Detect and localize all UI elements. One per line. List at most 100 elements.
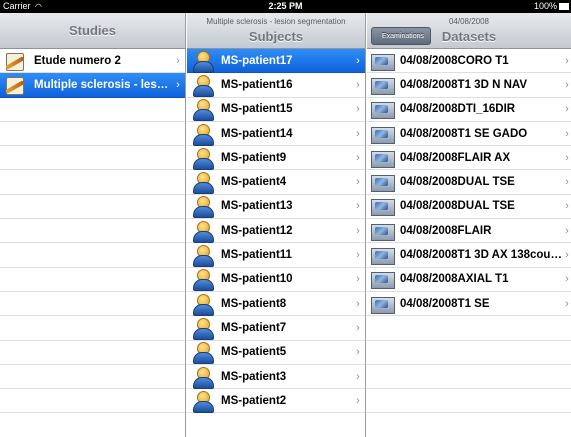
chevron-right-icon: › [565,176,569,189]
chevron-right-icon: › [565,297,569,310]
chevron-right-icon: › [565,151,569,164]
subject-item[interactable]: MS-patient9 › [187,146,365,171]
patient-icon [191,293,215,316]
study-item-label: Multiple sclerosis - les… [34,78,169,91]
dataset-image-icon [371,269,395,290]
dataset-item[interactable]: 04/08/2008FLAIR AX › [367,146,571,171]
subject-item[interactable]: MS-patient13 › [187,195,365,220]
datasets-column: 04/08/2008 Datasets Examinations 04/08/2… [367,13,571,437]
patient-icon [191,74,215,97]
subject-item[interactable]: MS-patient10 › [187,268,365,292]
dataset-item[interactable]: 04/08/2008FLAIR › [367,219,571,244]
dataset-image-icon [371,196,395,217]
empty-row [367,365,571,390]
patient-icon [191,99,215,122]
dataset-item[interactable]: 04/08/2008T1 SE GADO › [367,122,571,147]
chevron-right-icon: › [565,249,569,262]
chevron-right-icon: › [565,200,569,213]
subject-item[interactable]: MS-patient2 › [187,389,365,414]
subject-item[interactable]: MS-patient11 › [187,243,365,268]
subject-item[interactable]: MS-patient14 › [187,122,365,147]
studies-list: Etude numero 2 › Multiple sclerosis - les…… [0,49,185,437]
subject-item[interactable]: MS-patient7 › [187,316,365,341]
chevron-right-icon: › [356,370,360,383]
dataset-item-label: 04/08/2008DUAL TSE [400,176,515,189]
empty-row [367,389,571,414]
dataset-item[interactable]: 04/08/2008T1 3D N NAV › [367,73,571,98]
dataset-image-icon [371,148,395,168]
subject-item[interactable]: MS-patient8 › [187,292,365,317]
patient-icon [191,390,215,413]
dataset-item[interactable]: 04/08/2008T1 SE › [367,292,571,317]
dataset-item[interactable]: 04/08/2008DTI_16DIR › [367,98,571,122]
subject-item[interactable]: MS-patient3 › [187,365,365,390]
chevron-right-icon: › [356,54,360,67]
dataset-item[interactable]: 04/08/2008AXIAL T1 › [367,268,571,292]
empty-row [0,122,185,147]
dataset-item[interactable]: 04/08/2008DUAL TSE › [367,195,571,220]
dataset-item[interactable]: 04/08/2008CORO T1 › [367,49,571,74]
chevron-right-icon: › [356,224,360,237]
empty-row [0,219,185,244]
subject-item-label: MS-patient13 [221,200,293,213]
dataset-image-icon [371,245,395,266]
empty-row [0,365,185,390]
subject-item[interactable]: MS-patient5 › [187,341,365,365]
chevron-right-icon: › [356,346,360,359]
subject-item-label: MS-patient7 [221,321,287,334]
empty-row [0,268,185,292]
study-item[interactable]: Multiple sclerosis - les… › [0,73,185,98]
subjects-prompt: Multiple sclerosis - lesion segmentation [206,17,346,26]
study-notebook-icon [4,75,28,95]
chevron-right-icon: › [565,273,569,286]
dataset-image-icon [371,294,395,314]
chevron-right-icon: › [565,103,569,116]
subject-item-label: MS-patient9 [221,151,287,164]
battery-percent: 100% [533,1,557,11]
datasets-navbar: 04/08/2008 Datasets Examinations [367,13,571,49]
subject-item[interactable]: MS-patient15 › [187,98,365,122]
battery-icon [559,3,569,10]
patient-icon [191,366,215,389]
chevron-right-icon: › [176,78,180,91]
chevron-right-icon: › [356,176,360,189]
status-time: 2:25 PM [268,1,303,11]
study-item-label: Etude numero 2 [34,54,121,67]
empty-row [0,195,185,220]
examinations-back-button[interactable]: Examinations [371,27,432,45]
subject-item-label: MS-patient15 [221,103,293,116]
subject-item[interactable]: MS-patient16 › [187,73,365,98]
dataset-item[interactable]: 04/08/2008DUAL TSE › [367,170,571,195]
chevron-right-icon: › [356,394,360,407]
subjects-list: MS-patient17 › MS-patient16 › MS-patient15 › M… [187,49,365,437]
dataset-image-icon [371,124,395,144]
empty-row [0,243,185,268]
dataset-item-label: 04/08/2008T1 3D AX 138coupes [400,249,563,262]
chevron-right-icon: › [356,273,360,286]
subject-item-label: MS-patient5 [221,346,287,359]
dataset-image-icon [371,172,395,193]
chevron-right-icon: › [356,78,360,91]
chevron-right-icon: › [356,127,360,140]
empty-row [0,146,185,171]
chevron-right-icon: › [565,78,569,91]
study-item[interactable]: Etude numero 2 › [0,49,185,74]
dataset-item[interactable]: 04/08/2008T1 3D AX 138coupes › [367,243,571,268]
patient-icon [191,123,215,146]
dataset-item-label: 04/08/2008FLAIR [400,224,492,237]
dataset-image-icon [371,99,395,120]
studies-column: Studies Etude numero 2 › Multiple sclerosi… [0,13,186,437]
patient-icon [191,50,215,73]
chevron-right-icon: › [356,321,360,334]
datasets-list: 04/08/2008CORO T1 › 04/08/2008T1 3D N NAV ›… [367,49,571,437]
patient-icon [191,147,215,170]
subject-item[interactable]: MS-patient12 › [187,219,365,244]
status-bar: Carrier ◠ 2:25 PM 100% [0,0,571,13]
subject-item[interactable]: MS-patient17 › [187,49,365,74]
patient-icon [191,220,215,243]
datasets-prompt: 04/08/2008 [448,17,490,26]
dataset-item-label: 04/08/2008AXIAL T1 [400,273,509,286]
dataset-item-label: 04/08/2008T1 SE [400,297,490,310]
subjects-column: Multiple sclerosis - lesion segmentation… [187,13,366,437]
subject-item[interactable]: MS-patient4 › [187,170,365,195]
